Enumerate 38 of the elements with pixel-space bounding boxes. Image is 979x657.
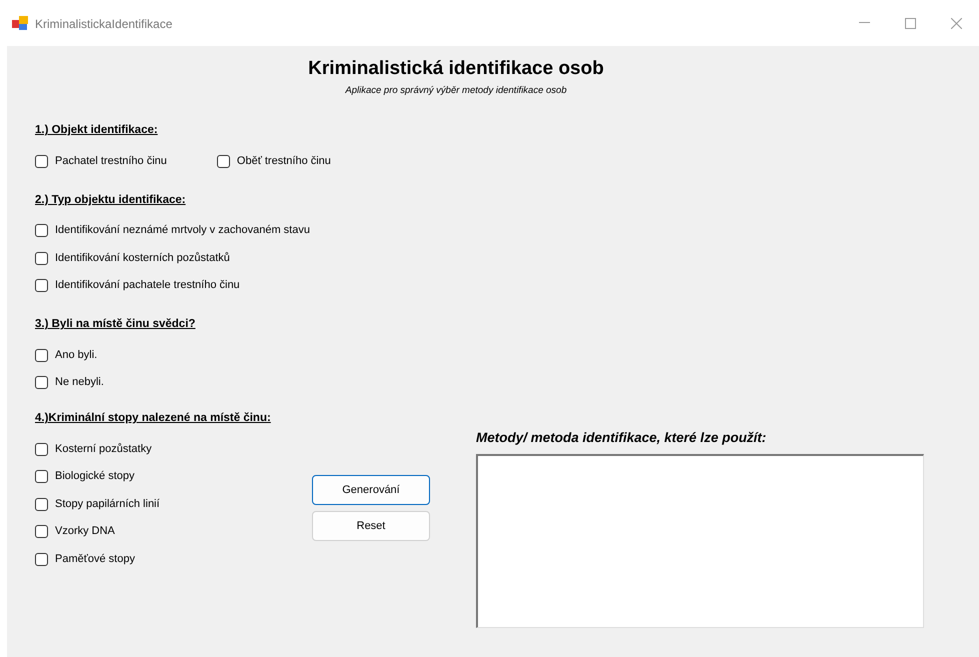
checkbox[interactable] [35, 224, 48, 237]
checkbox-label[interactable]: Ne nebyli. [55, 374, 104, 391]
checkbox[interactable] [35, 470, 48, 483]
app-icon [12, 16, 28, 30]
checkbox-label[interactable]: Stopy papilárních linií [55, 496, 160, 512]
checkbox[interactable] [35, 376, 48, 389]
checkbox[interactable] [216, 154, 230, 168]
minimize-icon [858, 22, 870, 24]
checkbox-label[interactable]: Ano byli. [55, 346, 98, 364]
checkbox[interactable] [35, 442, 48, 456]
action-button[interactable]: Reset [312, 511, 430, 542]
app-heading: Kriminalistická identifikace osob [307, 57, 605, 81]
checkbox-label[interactable]: Identifikování kosterních pozůstatků [55, 250, 230, 266]
checkbox-label[interactable]: Paměťové stopy [55, 550, 135, 568]
checkbox-label[interactable]: Vzorky DNA [55, 523, 115, 540]
maximize-icon [904, 18, 916, 28]
checkbox-label[interactable]: Identifikování pachatele trestního činu [55, 277, 240, 294]
window-title: KriminalistickaIdentifikace [35, 16, 172, 33]
action-button[interactable]: Generování [312, 475, 430, 506]
output-label: Metody/ metoda identifikace, které lze použít: [476, 429, 768, 448]
checkbox[interactable] [35, 154, 48, 168]
section-heading: 2.) Typ objektu identifikace: [35, 192, 186, 207]
section-heading: 3.) Byli na místě činu svědci? [35, 317, 196, 332]
close-icon [950, 18, 962, 28]
checkbox[interactable] [35, 252, 48, 264]
app-subtitle: Aplikace pro správný výběr metody identifikace osob [344, 84, 568, 98]
checkbox-label[interactable]: Oběť trestního činu [236, 152, 331, 170]
checkbox[interactable] [35, 498, 48, 510]
checkbox-label[interactable]: Biologické stopy [55, 468, 134, 485]
checkbox-label[interactable]: Pachatel trestního činu [55, 152, 167, 170]
checkbox[interactable] [35, 279, 48, 292]
checkbox[interactable] [35, 552, 48, 566]
section-heading: 4.)Kriminální stopy nalezené na místě činu: [35, 411, 271, 426]
checkbox[interactable] [35, 348, 48, 362]
checkbox[interactable] [35, 525, 48, 538]
section-heading: 1.) Objekt identifikace: [35, 123, 158, 138]
checkbox-label[interactable]: Identifikování neznámé mrtvoly v zachovaném stavu [55, 222, 310, 239]
checkbox-label[interactable]: Kosterní pozůstatky [55, 440, 152, 458]
